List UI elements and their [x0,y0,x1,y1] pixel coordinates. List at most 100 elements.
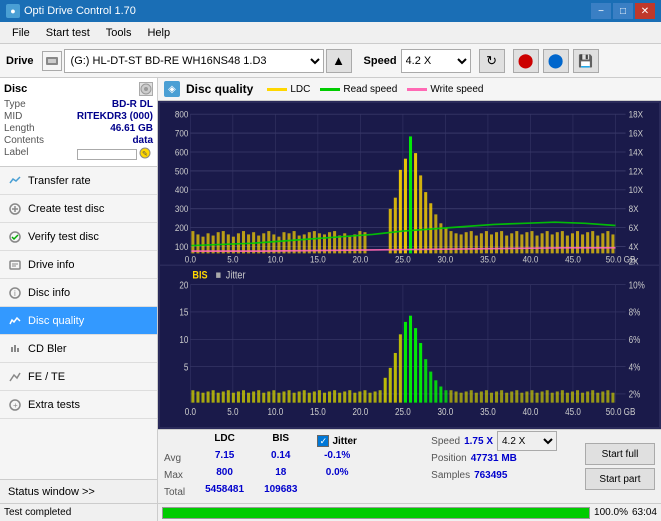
svg-text:35.0: 35.0 [480,254,496,264]
svg-text:0.0: 0.0 [185,406,196,417]
label-icon[interactable]: ✎ [139,147,153,161]
jitter-header-row: Jitter [317,433,356,449]
drive-label: Drive [6,55,34,67]
svg-text:i: i [14,289,16,298]
svg-text:100: 100 [175,242,189,252]
svg-text:18X: 18X [629,109,644,119]
btn-save[interactable]: 💾 [573,49,599,73]
jitter-checkbox[interactable] [317,435,329,447]
disc-mid-row: MID RITEKDR3 (000) [4,111,153,122]
speed-val: 1.75 X [464,436,493,447]
status-window-button[interactable]: Status window >> [0,479,157,503]
start-part-button[interactable]: Start part [585,468,655,490]
speed-key-label: Speed [431,436,460,447]
nav-cd-bler[interactable]: CD Bler [0,335,157,363]
svg-text:800: 800 [175,109,189,119]
stats-labels: Avg Max Total [164,433,185,500]
svg-text:25.0: 25.0 [395,254,411,264]
svg-text:40.0: 40.0 [523,254,539,264]
svg-text:50.0 GB: 50.0 GB [606,406,636,417]
nav-disc-info[interactable]: i Disc info [0,279,157,307]
content-area: ◈ Disc quality LDC Read speed Write spee… [158,78,661,503]
disc-length-val: 46.61 GB [110,123,153,134]
speed-select-stats[interactable]: 4.2 X [497,431,557,451]
close-button[interactable]: ✕ [635,3,655,19]
disc-info-icon: i [8,286,22,300]
nav-disc-quality[interactable]: Disc quality [0,307,157,335]
btn-red[interactable]: ⬤ [513,49,539,73]
menu-help[interactable]: Help [139,25,178,41]
speed-select[interactable]: 4.2 X [401,49,471,73]
svg-text:10: 10 [179,334,188,345]
svg-text:300: 300 [175,204,189,214]
position-key-label: Position [431,453,467,464]
nav-drive-info-label: Drive info [28,259,74,271]
charts-wrapper: 800 700 600 500 400 300 200 100 18X 16X … [158,101,661,429]
svg-text:700: 700 [175,128,189,138]
svg-text:8X: 8X [629,204,639,214]
toolbar: Drive (G:) HL-DT-ST BD-RE WH16NS48 1.D3 … [0,44,661,78]
verify-test-disc-icon [8,230,22,244]
legend-write-label: Write speed [430,84,483,95]
minimize-button[interactable]: − [591,3,611,19]
legend-write-speed: Write speed [407,84,483,95]
svg-text:30.0: 30.0 [438,406,454,417]
drive-select[interactable]: (G:) HL-DT-ST BD-RE WH16NS48 1.D3 [64,49,324,73]
maximize-button[interactable]: □ [613,3,633,19]
svg-text:4%: 4% [629,361,641,372]
eject-button[interactable]: ▲ [326,49,352,73]
disc-icon1[interactable] [139,82,153,96]
stats-max-label: Max [164,467,185,483]
top-chart-svg: 800 700 600 500 400 300 200 100 18X 16X … [160,103,659,265]
ldc-header: LDC [205,433,244,449]
menu-file[interactable]: File [4,25,38,41]
refresh-button[interactable]: ↻ [479,49,505,73]
jitter-header: Jitter [332,436,356,447]
disc-type-val: BD-R DL [112,99,153,110]
disc-mid-val: RITEKDR3 (000) [77,111,153,122]
cd-bler-icon [8,342,22,356]
menu-bar: File Start test Tools Help [0,22,661,44]
nav-create-test-disc-label: Create test disc [28,203,104,215]
btn-blue[interactable]: ⬤ [543,49,569,73]
nav-drive-info[interactable]: Drive info [0,251,157,279]
nav-create-test-disc[interactable]: Create test disc [0,195,157,223]
sidebar: Disc Type BD-R DL MID RITEKDR3 (000) L [0,78,158,503]
app-icon: ● [6,4,20,18]
svg-text:15.0: 15.0 [310,406,326,417]
svg-text:20.0: 20.0 [353,406,369,417]
svg-text:2%: 2% [629,388,641,399]
svg-text:12X: 12X [629,166,644,176]
menu-start-test[interactable]: Start test [38,25,98,41]
nav-fe-te[interactable]: FE / TE [0,363,157,391]
nav-extra-tests[interactable]: + Extra tests [0,391,157,419]
svg-text:40.0: 40.0 [523,406,539,417]
start-full-button[interactable]: Start full [585,443,655,465]
svg-text:+: + [13,401,18,410]
stats-avg-label: Avg [164,450,185,466]
bis-avg: 0.14 [264,450,297,466]
svg-text:25.0: 25.0 [395,406,411,417]
disc-panel-label: Disc [4,83,27,95]
drive-icon [42,51,62,71]
disc-label-input[interactable] [77,149,137,160]
disc-type-row: Type BD-R DL [4,99,153,110]
bis-header: BIS [264,433,297,449]
svg-text:5.0: 5.0 [227,406,238,417]
chart-title-icon: ◈ [164,81,180,97]
ldc-avg: 7.15 [205,450,244,466]
stats-bis-col: BIS 0.14 18 109683 [264,433,297,500]
legend-read-color [320,88,340,91]
nav-cd-bler-label: CD Bler [28,343,67,355]
nav-transfer-rate[interactable]: Transfer rate [0,167,157,195]
create-test-disc-icon [8,202,22,216]
nav-disc-quality-label: Disc quality [28,315,84,327]
menu-tools[interactable]: Tools [98,25,140,41]
test-completed-label: Test completed [4,507,71,518]
svg-text:30.0: 30.0 [438,254,454,264]
svg-text:45.0: 45.0 [565,406,581,417]
stats-jitter-col: Jitter -0.1% 0.0% [317,433,356,500]
nav-verify-test-disc[interactable]: Verify test disc [0,223,157,251]
svg-text:20.0: 20.0 [353,254,369,264]
jitter-max: 0.0% [317,467,356,483]
